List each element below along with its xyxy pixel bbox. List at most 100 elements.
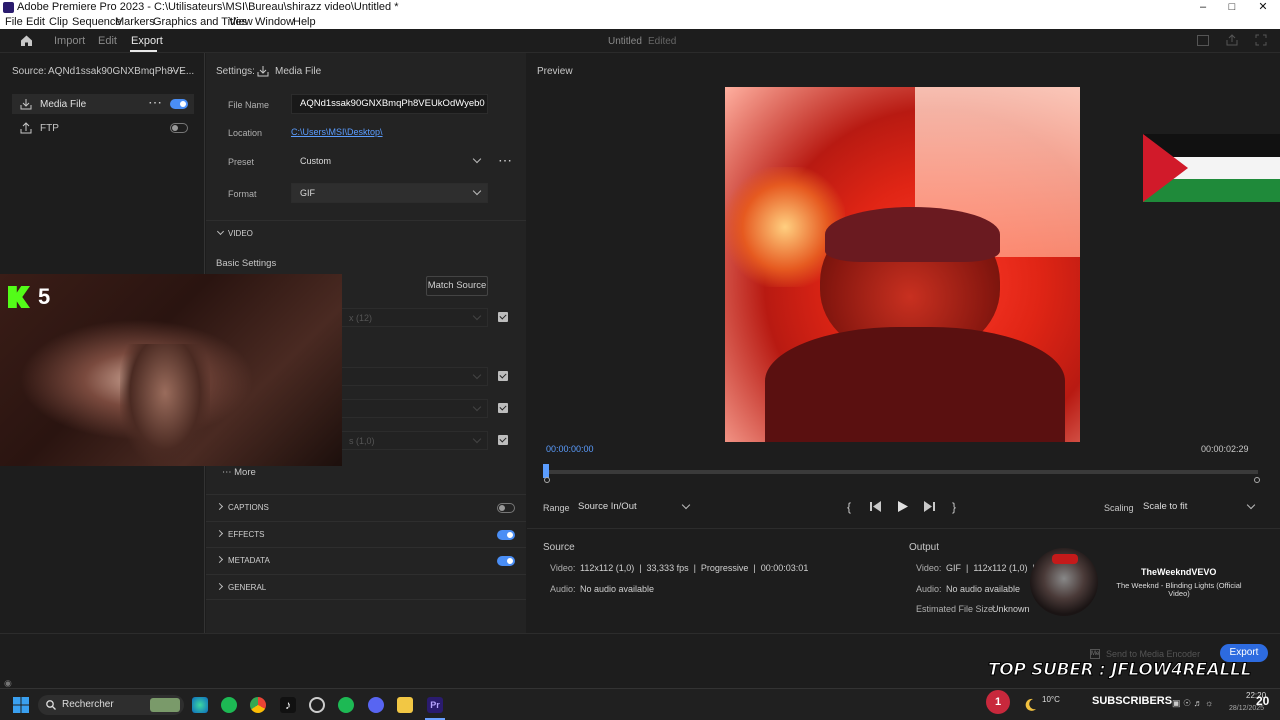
preset-more-icon[interactable]: ⋯ bbox=[498, 152, 512, 169]
field-order-checkbox[interactable] bbox=[498, 403, 508, 413]
windows-start-icon[interactable] bbox=[13, 697, 29, 713]
file-explorer-icon[interactable] bbox=[397, 697, 413, 713]
play-icon[interactable] bbox=[898, 501, 908, 512]
metadata-toggle[interactable] bbox=[497, 556, 515, 566]
search-icon bbox=[46, 700, 56, 710]
destination-ftp[interactable]: FTP bbox=[12, 118, 194, 138]
menu-help[interactable]: Help bbox=[293, 15, 316, 29]
scaling-label: Scaling bbox=[1104, 503, 1134, 513]
format-select[interactable]: GIF bbox=[291, 183, 488, 203]
scaling-select[interactable]: Scale to fit bbox=[1137, 498, 1261, 516]
minimize-icon[interactable]: – bbox=[1188, 0, 1218, 15]
range-label: Range bbox=[543, 503, 570, 513]
section-effects[interactable]: EFFECTS bbox=[206, 521, 526, 547]
scaling-value: Scale to fit bbox=[1143, 501, 1188, 512]
music-channel: TheWeekndVEVO bbox=[1141, 567, 1217, 577]
spotify-icon[interactable] bbox=[221, 697, 237, 713]
source-video-value: 112x112 (1,0) | 33,333 fps | Progressive… bbox=[580, 563, 809, 573]
basic-settings-title: Basic Settings bbox=[216, 258, 277, 269]
section-general[interactable]: GENERAL bbox=[206, 574, 526, 600]
share-icon[interactable] bbox=[1226, 34, 1238, 46]
location-label: Location bbox=[228, 128, 263, 138]
ftp-toggle[interactable] bbox=[170, 123, 188, 133]
edge-icon[interactable] bbox=[192, 697, 208, 713]
obs-icon[interactable] bbox=[309, 697, 325, 713]
video-section-title[interactable]: VIDEO bbox=[228, 229, 253, 238]
chevron-down-icon bbox=[472, 311, 482, 321]
spotify-2-icon[interactable] bbox=[338, 697, 354, 713]
tab-export[interactable]: Export bbox=[131, 35, 163, 47]
premiere-pro-icon[interactable]: Pr bbox=[427, 697, 443, 713]
location-link[interactable]: C:\Users\MSI\Desktop\ bbox=[291, 127, 383, 137]
mark-out-icon[interactable]: } bbox=[952, 500, 956, 514]
menu-view[interactable]: View bbox=[229, 15, 253, 29]
chevron-right-icon bbox=[215, 502, 224, 511]
section-metadata[interactable]: METADATA bbox=[206, 547, 526, 573]
download-icon bbox=[257, 66, 269, 77]
system-tray-icons[interactable]: ▣ ☉ ♬ ☼ bbox=[1172, 698, 1213, 709]
send-to-encoder-button[interactable]: Send to Media Encoder bbox=[1106, 649, 1200, 659]
settings-label: Settings: bbox=[216, 66, 255, 77]
tiktok-icon[interactable]: ♪ bbox=[280, 697, 296, 713]
close-icon[interactable]: ✕ bbox=[1248, 0, 1278, 15]
section-captions[interactable]: CAPTIONS bbox=[206, 494, 526, 520]
frame-size-checkbox[interactable] bbox=[498, 312, 508, 322]
upload-icon bbox=[20, 122, 32, 134]
step-back-icon[interactable] bbox=[870, 501, 882, 512]
out-point-marker[interactable] bbox=[1254, 477, 1260, 483]
media-file-toggle[interactable] bbox=[170, 99, 188, 109]
window-title-bar: Adobe Premiere Pro 2023 - C:\Utilisateur… bbox=[0, 0, 1280, 15]
source-more-icon[interactable]: ⋯ bbox=[170, 62, 184, 79]
discord-icon[interactable] bbox=[368, 697, 384, 713]
person-body bbox=[765, 327, 1065, 442]
captions-toggle[interactable] bbox=[497, 503, 515, 513]
range-select[interactable]: Source In/Out bbox=[572, 498, 696, 516]
album-art bbox=[1030, 548, 1098, 616]
in-point-marker[interactable] bbox=[544, 477, 550, 483]
tab-edit[interactable]: Edit bbox=[98, 35, 117, 47]
mark-in-icon[interactable]: { bbox=[847, 500, 851, 514]
project-name: Untitled bbox=[608, 36, 642, 47]
aspect-select[interactable]: s (1,0) bbox=[340, 431, 488, 450]
timecode-start[interactable]: 00:00:00:00 bbox=[546, 444, 594, 454]
frame-rate-select[interactable] bbox=[340, 367, 488, 386]
menu-clip[interactable]: Clip bbox=[49, 15, 68, 29]
menu-markers[interactable]: Markers bbox=[115, 15, 155, 29]
preset-label: Preset bbox=[228, 157, 255, 167]
menu-edit[interactable]: Edit bbox=[26, 15, 45, 29]
fullscreen-icon[interactable] bbox=[1255, 34, 1267, 46]
window-title: Adobe Premiere Pro 2023 - C:\Utilisateur… bbox=[17, 1, 399, 13]
source-audio-value: No audio available bbox=[580, 584, 655, 594]
home-icon[interactable] bbox=[20, 34, 33, 47]
frame-size-select[interactable]: x (12) bbox=[340, 308, 488, 327]
match-source-button[interactable]: Match Source bbox=[426, 276, 488, 296]
destination-media-file[interactable]: Media File ⋯ bbox=[12, 94, 194, 114]
menu-file[interactable]: File bbox=[5, 15, 23, 29]
chrome-icon[interactable] bbox=[250, 697, 266, 713]
playhead-handle[interactable] bbox=[543, 464, 549, 478]
webcam-overlay: 5 bbox=[0, 274, 342, 466]
frame-size-value: x (12) bbox=[349, 313, 373, 323]
chevron-down-icon bbox=[472, 434, 482, 444]
panel-layout-icon[interactable] bbox=[1197, 35, 1209, 46]
maximize-icon[interactable]: □ bbox=[1217, 0, 1247, 15]
aspect-checkbox[interactable] bbox=[498, 435, 508, 445]
tab-import[interactable]: Import bbox=[54, 35, 85, 47]
subscribers-overlay: SUBSCRIBERS bbox=[1092, 695, 1173, 707]
destination-more-icon[interactable]: ⋯ bbox=[148, 94, 162, 111]
frame-rate-checkbox[interactable] bbox=[498, 371, 508, 381]
file-name-input[interactable]: AQNd1ssak90GNXBmqPh8VEUkOdWyeb0 bbox=[291, 94, 488, 114]
output-size-label: Estimated File Size: bbox=[916, 604, 996, 614]
preset-select[interactable]: Custom bbox=[291, 151, 488, 171]
step-forward-icon[interactable] bbox=[923, 501, 935, 512]
more-settings-link[interactable]: ⋯ More bbox=[222, 467, 256, 478]
field-order-select[interactable] bbox=[340, 399, 488, 418]
chevron-down-icon bbox=[472, 402, 482, 412]
timecode-end: 00:00:02:29 bbox=[1201, 444, 1249, 454]
effects-toggle[interactable] bbox=[497, 530, 515, 540]
chevron-down-icon[interactable] bbox=[216, 227, 225, 236]
taskbar-search[interactable]: Rechercher bbox=[38, 695, 184, 715]
menu-window[interactable]: Window bbox=[255, 15, 294, 29]
range-value: Source In/Out bbox=[578, 501, 637, 512]
timeline-track[interactable] bbox=[543, 470, 1258, 474]
